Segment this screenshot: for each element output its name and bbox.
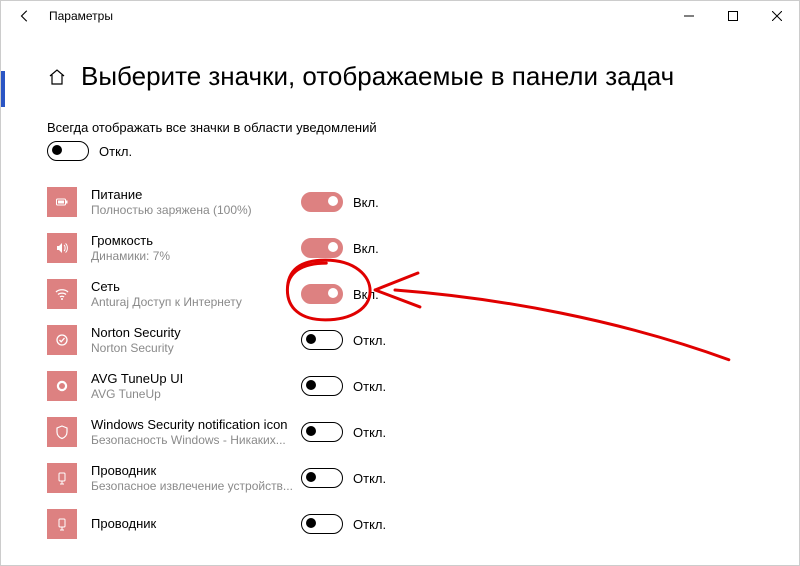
minimize-button[interactable] — [667, 1, 711, 31]
item-text: Windows Security notification iconБезопа… — [91, 417, 301, 447]
item-text: СетьAnturaj Доступ к Интернету — [91, 279, 301, 309]
window-title: Параметры — [49, 9, 113, 23]
close-button[interactable] — [755, 1, 799, 31]
page-title: Выберите значки, отображаемые в панели з… — [81, 61, 674, 92]
item-subtitle: Безопасность Windows - Никаких... — [91, 433, 301, 447]
item-title: Windows Security notification icon — [91, 417, 301, 433]
avg-icon — [47, 371, 77, 401]
item-title: Norton Security — [91, 325, 301, 341]
page-header: Выберите значки, отображаемые в панели з… — [47, 61, 799, 92]
master-toggle-row: Откл. — [47, 141, 799, 161]
item-subtitle: Безопасное извлечение устройств... — [91, 479, 301, 493]
item-subtitle: Anturaj Доступ к Интернету — [91, 295, 301, 309]
minimize-icon — [684, 11, 694, 21]
settings-item: Windows Security notification iconБезопа… — [47, 409, 799, 455]
settings-item: ПроводникБезопасное извлечение устройств… — [47, 455, 799, 501]
settings-item: Norton SecurityNorton Security Откл. — [47, 317, 799, 363]
item-toggle-group: Вкл. — [301, 238, 379, 258]
explorer-icon — [47, 463, 77, 493]
item-text: AVG TuneUp UIAVG TuneUp — [91, 371, 301, 401]
item-toggle-group: Откл. — [301, 468, 386, 488]
item-toggle[interactable] — [301, 238, 343, 258]
back-button[interactable] — [15, 6, 35, 26]
item-toggle[interactable] — [301, 284, 343, 304]
item-toggle-group: Откл. — [301, 514, 386, 534]
item-title: Громкость — [91, 233, 301, 249]
item-toggle-group: Откл. — [301, 422, 386, 442]
item-toggle-group: Откл. — [301, 376, 386, 396]
item-text: ГромкостьДинамики: 7% — [91, 233, 301, 263]
item-subtitle: Полностью заряжена (100%) — [91, 203, 301, 217]
item-toggle[interactable] — [301, 468, 343, 488]
item-toggle[interactable] — [301, 330, 343, 350]
close-icon — [772, 11, 782, 21]
shield-icon — [47, 417, 77, 447]
volume-icon — [47, 233, 77, 263]
maximize-button[interactable] — [711, 1, 755, 31]
item-text: Norton SecurityNorton Security — [91, 325, 301, 355]
item-toggle-label: Откл. — [353, 333, 386, 348]
settings-window: Параметры Выберите значки, отображаемые … — [0, 0, 800, 566]
maximize-icon — [728, 11, 738, 21]
window-controls — [667, 1, 799, 31]
accent-bar — [1, 71, 5, 107]
explorer-icon — [47, 509, 77, 539]
item-title: Питание — [91, 187, 301, 203]
item-toggle-label: Вкл. — [353, 287, 379, 302]
item-title: Проводник — [91, 463, 301, 479]
item-title: AVG TuneUp UI — [91, 371, 301, 387]
item-toggle[interactable] — [301, 376, 343, 396]
item-toggle[interactable] — [301, 422, 343, 442]
item-title: Проводник — [91, 516, 301, 532]
item-subtitle: Norton Security — [91, 341, 301, 355]
item-toggle[interactable] — [301, 514, 343, 534]
item-subtitle: Динамики: 7% — [91, 249, 301, 263]
item-text: Проводник — [91, 516, 301, 532]
item-toggle-label: Вкл. — [353, 241, 379, 256]
always-show-label: Всегда отображать все значки в области у… — [47, 120, 799, 135]
item-toggle-group: Вкл. — [301, 284, 379, 304]
item-toggle[interactable] — [301, 192, 343, 212]
item-toggle-label: Откл. — [353, 425, 386, 440]
item-toggle-label: Откл. — [353, 471, 386, 486]
settings-item: ГромкостьДинамики: 7% Вкл. — [47, 225, 799, 271]
item-toggle-group: Откл. — [301, 330, 386, 350]
norton-icon — [47, 325, 77, 355]
master-toggle[interactable] — [47, 141, 89, 161]
item-title: Сеть — [91, 279, 301, 295]
content-area: Выберите значки, отображаемые в панели з… — [1, 61, 799, 547]
master-toggle-label: Откл. — [99, 144, 132, 159]
settings-item: AVG TuneUp UIAVG TuneUp Откл. — [47, 363, 799, 409]
power-icon — [47, 187, 77, 217]
network-icon — [47, 279, 77, 309]
home-icon[interactable] — [47, 67, 67, 87]
item-toggle-label: Откл. — [353, 379, 386, 394]
items-list: ПитаниеПолностью заряжена (100%)Вкл.Гром… — [47, 179, 799, 547]
settings-item: Проводник Откл. — [47, 501, 799, 547]
item-text: ПитаниеПолностью заряжена (100%) — [91, 187, 301, 217]
item-toggle-group: Вкл. — [301, 192, 379, 212]
back-arrow-icon — [18, 9, 32, 23]
item-text: ПроводникБезопасное извлечение устройств… — [91, 463, 301, 493]
settings-item: ПитаниеПолностью заряжена (100%) Вкл. — [47, 179, 799, 225]
settings-item: СетьAnturaj Доступ к Интернету Вкл. — [47, 271, 799, 317]
item-toggle-label: Откл. — [353, 517, 386, 532]
item-toggle-label: Вкл. — [353, 195, 379, 210]
item-subtitle: AVG TuneUp — [91, 387, 301, 401]
